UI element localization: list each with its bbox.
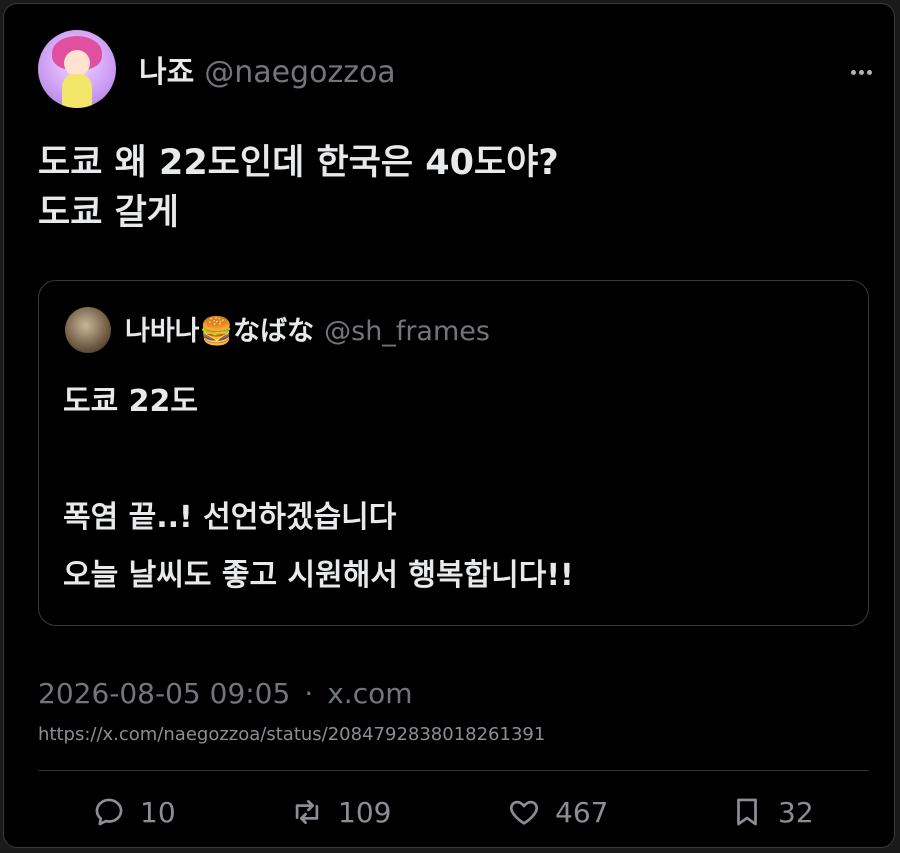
author-display-name[interactable]: 나죠 [139,55,194,90]
divider [38,770,869,771]
heart-icon [509,800,539,825]
quoted-author-avatar [65,307,111,353]
retweet-button[interactable]: 109 [290,790,391,834]
retweet-icon [295,800,319,824]
quoted-display-name: 나바나🍔なばな [125,316,315,347]
action-bar: 10 109 467 32 [4,790,896,834]
avatar-face [64,50,90,76]
more-options-icon[interactable] [850,62,872,82]
author-handle[interactable]: @naegozzoa [204,55,395,90]
retweet-count: 109 [338,795,392,829]
meta-separator: · [304,677,314,710]
tweet-url[interactable]: https://x.com/naegozzoa/status/208479283… [38,723,545,747]
reply-button[interactable]: 10 [92,790,176,834]
bookmark-icon [737,798,757,826]
more-dot [858,69,864,75]
tweet-text: 도쿄 왜 22도인데 한국은 40도야? 도쿄 갈게 [38,143,559,233]
tweet-source: x.com [327,677,413,710]
tweet-card: 나죠 @naegozzoa 도쿄 왜 22도인데 한국은 40도야? 도쿄 갈게 … [3,3,895,848]
author-avatar[interactable] [38,30,116,108]
quoted-tweet-text: 도쿄 22도 폭염 끝..! 선언하겠습니다 오늘 날씨도 좋고 시원해서 행복… [63,384,574,593]
reply-icon [95,798,123,826]
more-dot [850,69,856,75]
quoted-author-row: 나바나🍔なばな @sh_frames [125,315,490,349]
quoted-handle: @sh_frames [324,316,490,347]
reply-count: 10 [140,795,176,829]
tweet-meta: 2026-08-05 09:05 · x.com [38,676,413,712]
tweet-datetime[interactable]: 2026-08-05 09:05 [38,677,290,710]
like-button[interactable]: 467 [507,790,608,834]
bookmark-count: 32 [778,795,814,829]
avatar-dress [62,74,92,108]
quoted-tweet[interactable]: 나바나🍔なばな @sh_frames 도쿄 22도 폭염 끝..! 선언하겠습니다… [38,280,869,626]
like-count: 467 [555,795,609,829]
author-name-row[interactable]: 나죠 @naegozzoa [139,54,396,92]
bookmark-button[interactable]: 32 [730,790,814,834]
more-dot [866,69,872,75]
